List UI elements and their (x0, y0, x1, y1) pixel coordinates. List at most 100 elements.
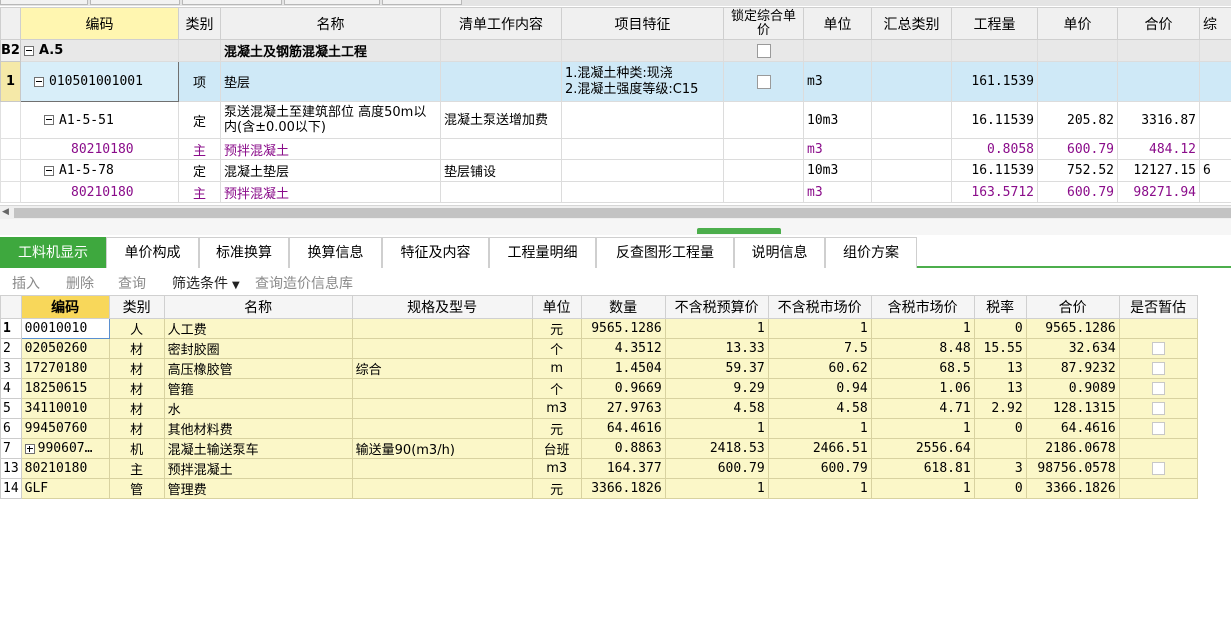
resource-unit[interactable]: 元 (531, 418, 582, 439)
resource-unit[interactable]: m3 (531, 398, 582, 419)
col-header-total[interactable]: 合价 (1025, 295, 1120, 319)
lock-price-cell[interactable] (723, 61, 804, 102)
tab-unit-price-composition[interactable]: 单价构成 (106, 237, 199, 268)
col-header-lock-price[interactable]: 锁定综合单价 (723, 7, 804, 40)
resource-code[interactable]: 80210180 (20, 458, 110, 479)
resource-code[interactable]: 99450760 (20, 418, 110, 439)
item-type[interactable]: 项 (178, 61, 221, 102)
resource-total[interactable]: 3366.1826 (1025, 478, 1120, 499)
lock-price-cell[interactable] (723, 138, 804, 160)
resource-market-price[interactable]: 1 (767, 418, 872, 439)
collapse-icon[interactable] (44, 115, 54, 125)
item-quantity[interactable]: 161.1539 (951, 61, 1038, 102)
col-header-code[interactable]: 编码 (20, 7, 179, 40)
material-price[interactable]: 600.79 (1037, 138, 1118, 160)
provisional-checkbox[interactable] (1151, 342, 1165, 355)
resource-quantity[interactable]: 0.9669 (580, 378, 666, 399)
tab-conversion-info[interactable]: 换算信息 (289, 237, 382, 268)
quota-quantity[interactable]: 16.11539 (951, 159, 1038, 182)
provisional-cell[interactable] (1118, 418, 1198, 439)
query-button[interactable]: 查询 (118, 273, 146, 293)
resource-code[interactable]: 18250615 (20, 378, 110, 399)
material-code[interactable]: 80210180 (20, 138, 179, 160)
lock-price-checkbox[interactable] (756, 43, 771, 58)
col-header-summary[interactable]: 汇总类别 (871, 7, 952, 40)
material-work-cell[interactable] (440, 181, 562, 203)
resource-code[interactable]: 00010010 (20, 318, 110, 339)
resource-name[interactable]: 管理费 (163, 478, 353, 499)
col-header-tax-rate[interactable]: 税率 (973, 295, 1027, 319)
quota-quantity[interactable]: 16.11539 (951, 101, 1038, 139)
resource-total[interactable]: 2186.0678 (1025, 438, 1120, 459)
tab-standard-conversion[interactable]: 标准换算 (199, 237, 289, 268)
col-header-quantity[interactable]: 数量 (580, 295, 666, 319)
resource-total[interactable]: 87.9232 (1025, 358, 1120, 379)
item-name[interactable]: 垫层 (220, 61, 441, 102)
resource-quantity[interactable]: 27.9763 (580, 398, 666, 419)
resource-spec[interactable] (351, 318, 533, 339)
col-header-budget-price[interactable]: 不含税预算价 (664, 295, 769, 319)
top-tab-partial[interactable] (90, 0, 180, 5)
resource-quantity[interactable]: 164.377 (580, 458, 666, 479)
col-header-provisional[interactable]: 是否暂估 (1118, 295, 1198, 319)
provisional-cell[interactable] (1118, 318, 1198, 339)
resource-spec[interactable] (351, 338, 533, 359)
resource-type[interactable]: 材 (108, 418, 165, 439)
lock-price-cell[interactable] (723, 39, 804, 62)
main-material-row[interactable]: 80210180 主 预拌混凝土 m3 163.5712 600.79 9827… (0, 181, 1231, 203)
material-quantity[interactable]: 0.8058 (951, 138, 1038, 160)
quota-summary-cell[interactable] (871, 159, 952, 182)
top-tab-partial[interactable] (182, 0, 282, 5)
resource-row[interactable]: 1 00010010 人人工费元 9565.1286 1 1 1 0 9565.1286 (0, 318, 1198, 339)
resource-market-price[interactable]: 2466.51 (767, 438, 872, 459)
tab-features-content[interactable]: 特征及内容 (382, 237, 489, 268)
resource-taxed-price[interactable]: 618.81 (870, 458, 975, 479)
insert-button[interactable]: 插入 (12, 273, 40, 293)
col-header-unit[interactable]: 单位 (803, 7, 872, 40)
material-price[interactable]: 600.79 (1037, 181, 1118, 203)
col-header-type[interactable]: 类别 (178, 7, 221, 40)
resource-budget-price[interactable]: 9.29 (664, 378, 769, 399)
provisional-checkbox[interactable] (1151, 462, 1165, 475)
resource-tax-rate[interactable]: 15.55 (973, 338, 1027, 359)
item-code-cell[interactable]: 010501001001 (20, 61, 179, 102)
resource-total[interactable]: 128.1315 (1025, 398, 1120, 419)
resource-name[interactable]: 密封胶圈 (163, 338, 353, 359)
splitter-grip-icon[interactable] (697, 228, 781, 234)
provisional-cell[interactable] (1118, 458, 1198, 479)
col-header-taxed-price[interactable]: 含税市场价 (870, 295, 975, 319)
item-feature-cell[interactable]: 1.混凝土种类:现浇 2.混凝土强度等级:C15 (561, 61, 724, 102)
quota-code-cell[interactable]: A1-5-51 (20, 101, 179, 139)
resource-total[interactable]: 9565.1286 (1025, 318, 1120, 339)
resource-total[interactable]: 32.634 (1025, 338, 1120, 359)
tab-description[interactable]: 说明信息 (734, 237, 825, 268)
material-type[interactable]: 主 (178, 181, 221, 203)
resource-name[interactable]: 水 (163, 398, 353, 419)
provisional-checkbox[interactable] (1151, 382, 1165, 395)
resource-type[interactable]: 材 (108, 358, 165, 379)
resource-unit[interactable]: 个 (531, 338, 582, 359)
resource-row[interactable]: 6 99450760 材其他材料费元 64.4616 1 1 1 0 64.4616 (0, 418, 1198, 439)
resource-type[interactable]: 人 (108, 318, 165, 339)
resource-spec[interactable]: 输送量90(m3/h) (351, 438, 533, 459)
material-summary-cell[interactable] (871, 138, 952, 160)
resource-unit[interactable]: m (531, 358, 582, 379)
resource-budget-price[interactable]: 2418.53 (664, 438, 769, 459)
resource-code[interactable]: 17270180 (20, 358, 110, 379)
resource-tax-rate[interactable] (973, 438, 1027, 459)
resource-row[interactable]: 3 17270180 材高压橡胶管 综合 m 1.4504 59.37 60.62 68.5 13… (0, 358, 1198, 379)
resource-market-price[interactable]: 4.58 (767, 398, 872, 419)
resource-spec[interactable] (351, 398, 533, 419)
provisional-cell[interactable] (1118, 398, 1198, 419)
resource-market-price[interactable]: 7.5 (767, 338, 872, 359)
quota-name[interactable]: 泵送混凝土至建筑部位 高度50m以内(含±0.00以下) (220, 101, 441, 139)
resource-market-price[interactable]: 1 (767, 478, 872, 499)
col-header-spec[interactable]: 规格及型号 (351, 295, 533, 319)
resource-market-price[interactable]: 0.94 (767, 378, 872, 399)
col-header-code[interactable]: 编码 (20, 295, 110, 319)
tab-reverse-graphic-quantity[interactable]: 反查图形工程量 (596, 237, 734, 268)
material-work-cell[interactable] (440, 138, 562, 160)
top-tab-partial[interactable] (0, 0, 88, 5)
col-header-work[interactable]: 清单工作内容 (440, 7, 562, 40)
resource-tax-rate[interactable]: 2.92 (973, 398, 1027, 419)
